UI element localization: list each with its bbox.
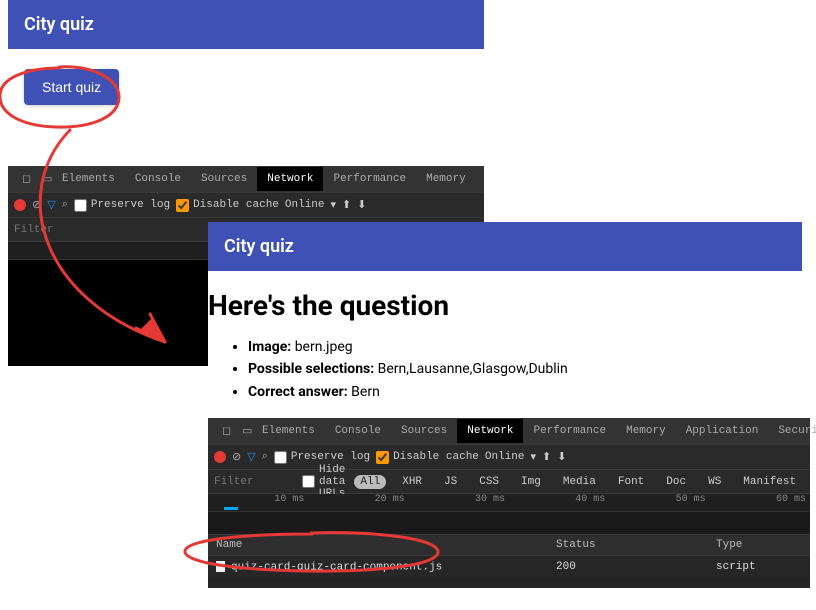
filter-input[interactable] xyxy=(214,476,294,488)
pill-font[interactable]: Font xyxy=(612,475,650,489)
device-icon[interactable]: ▭ xyxy=(32,166,52,192)
record-icon[interactable] xyxy=(214,451,226,463)
filter-icon[interactable]: ▽ xyxy=(47,198,55,212)
search-icon[interactable]: ⌕ xyxy=(262,451,268,463)
pill-manifest[interactable]: Manifest xyxy=(737,475,802,489)
devtools-toolbar-2: ⊘ ▽ ⌕ Preserve log Disable cache Online … xyxy=(208,444,810,470)
timeline-2: 10 ms 20 ms 30 ms 40 ms 50 ms 60 ms xyxy=(208,494,810,512)
download-icon[interactable]: ⬇ xyxy=(557,450,566,464)
type-cell: script xyxy=(708,561,810,573)
tab-sources[interactable]: Sources xyxy=(191,167,257,191)
inspect-icon[interactable]: ◻ xyxy=(212,418,232,444)
pill-js[interactable]: JS xyxy=(438,475,463,489)
tab-memory[interactable]: Memory xyxy=(616,419,676,443)
pill-doc[interactable]: Doc xyxy=(660,475,692,489)
upload-icon[interactable]: ⬆ xyxy=(542,450,551,464)
tab-performance[interactable]: Performance xyxy=(523,419,616,443)
device-icon[interactable]: ▭ xyxy=(232,418,252,444)
timeline-tick: 20 ms xyxy=(308,494,408,511)
tab-console[interactable]: Console xyxy=(125,167,191,191)
tab-memory[interactable]: Memory xyxy=(416,167,476,191)
tab-performance[interactable]: Performance xyxy=(323,167,416,191)
timeline-spacer xyxy=(208,512,810,534)
tab-elements[interactable]: Elements xyxy=(252,419,325,443)
throttle-dropdown-icon[interactable]: ▾ xyxy=(331,198,337,212)
list-item: Possible selections: Bern,Lausanne,Glasg… xyxy=(248,358,802,380)
clear-icon[interactable]: ⊘ xyxy=(32,198,41,212)
question-body: Here's the question Image: bern.jpeg Pos… xyxy=(208,271,802,427)
clear-icon[interactable]: ⊘ xyxy=(232,450,241,464)
tab-sources[interactable]: Sources xyxy=(391,419,457,443)
app-header-2: City quiz xyxy=(208,222,802,271)
tab-security[interactable]: Security xyxy=(768,419,816,443)
throttle-dropdown-icon[interactable]: ▾ xyxy=(531,450,537,464)
network-table-head: Name Status Type xyxy=(208,534,810,556)
timeline-marker xyxy=(224,507,238,510)
disable-cache-checkbox[interactable]: Disable cache xyxy=(376,451,479,464)
question-heading: Here's the question xyxy=(208,289,802,322)
tab-network[interactable]: Network xyxy=(257,167,323,191)
file-icon xyxy=(216,561,225,572)
tab-elements[interactable]: Elements xyxy=(52,167,125,191)
preserve-log-checkbox[interactable]: Preserve log xyxy=(74,199,170,212)
app-panel-2: City quiz Here's the question Image: ber… xyxy=(208,222,802,427)
record-icon[interactable] xyxy=(14,199,26,211)
col-status[interactable]: Status xyxy=(548,539,708,551)
tab-application[interactable]: Application xyxy=(476,167,484,191)
devtools-tabs-2: ◻ ▭ Elements Console Sources Network Per… xyxy=(208,418,810,444)
app-title: City quiz xyxy=(24,14,94,35)
devtools-toolbar: ⊘ ▽ ⌕ Preserve log Disable cache Online … xyxy=(8,192,484,218)
pill-ws[interactable]: WS xyxy=(702,475,727,489)
table-row[interactable]: quiz-card-quiz-card-component.js 200 scr… xyxy=(208,556,810,578)
timeline-tick: 50 ms xyxy=(609,494,709,511)
start-quiz-button[interactable]: Start quiz xyxy=(24,69,119,105)
devtools-tabs: ◻ ▭ Elements Console Sources Network Per… xyxy=(8,166,484,192)
download-icon[interactable]: ⬇ xyxy=(357,198,366,212)
pill-media[interactable]: Media xyxy=(557,475,602,489)
timeline-tick: 40 ms xyxy=(509,494,609,511)
question-list: Image: bern.jpeg Possible selections: Be… xyxy=(248,336,802,403)
online-status[interactable]: Online xyxy=(285,199,325,211)
disable-cache-checkbox[interactable]: Disable cache xyxy=(176,199,279,212)
list-item: Correct answer: Bern xyxy=(248,381,802,403)
search-icon[interactable]: ⌕ xyxy=(62,199,68,211)
status-cell: 200 xyxy=(548,561,708,573)
tab-network[interactable]: Network xyxy=(457,419,523,443)
preserve-log-checkbox[interactable]: Preserve log xyxy=(274,451,370,464)
devtools-panel-2: ◻ ▭ Elements Console Sources Network Per… xyxy=(208,418,810,588)
pill-xhr[interactable]: XHR xyxy=(396,475,428,489)
app-body: Start quiz xyxy=(8,49,484,165)
filter-input[interactable] xyxy=(14,224,94,236)
timeline-tick: 60 ms xyxy=(710,494,810,511)
tab-application[interactable]: Application xyxy=(676,419,769,443)
online-status[interactable]: Online xyxy=(485,451,525,463)
pill-img[interactable]: Img xyxy=(515,475,547,489)
col-name[interactable]: Name xyxy=(208,539,548,551)
inspect-icon[interactable]: ◻ xyxy=(12,166,32,192)
col-type[interactable]: Type xyxy=(708,539,810,551)
app-title-2: City quiz xyxy=(224,236,294,257)
file-name-cell: quiz-card-quiz-card-component.js xyxy=(208,561,548,573)
pill-other[interactable]: Other xyxy=(812,475,816,489)
pill-all[interactable]: All xyxy=(354,475,386,489)
upload-icon[interactable]: ⬆ xyxy=(342,198,351,212)
app-header: City quiz xyxy=(8,0,484,49)
pill-css[interactable]: CSS xyxy=(473,475,505,489)
app-panel-1: City quiz Start quiz xyxy=(8,0,484,165)
tab-console[interactable]: Console xyxy=(325,419,391,443)
timeline-tick: 30 ms xyxy=(409,494,509,511)
list-item: Image: bern.jpeg xyxy=(248,336,802,358)
filter-row-2: Hide data URLs All XHR JS CSS Img Media … xyxy=(208,470,810,494)
filter-icon[interactable]: ▽ xyxy=(247,450,255,464)
